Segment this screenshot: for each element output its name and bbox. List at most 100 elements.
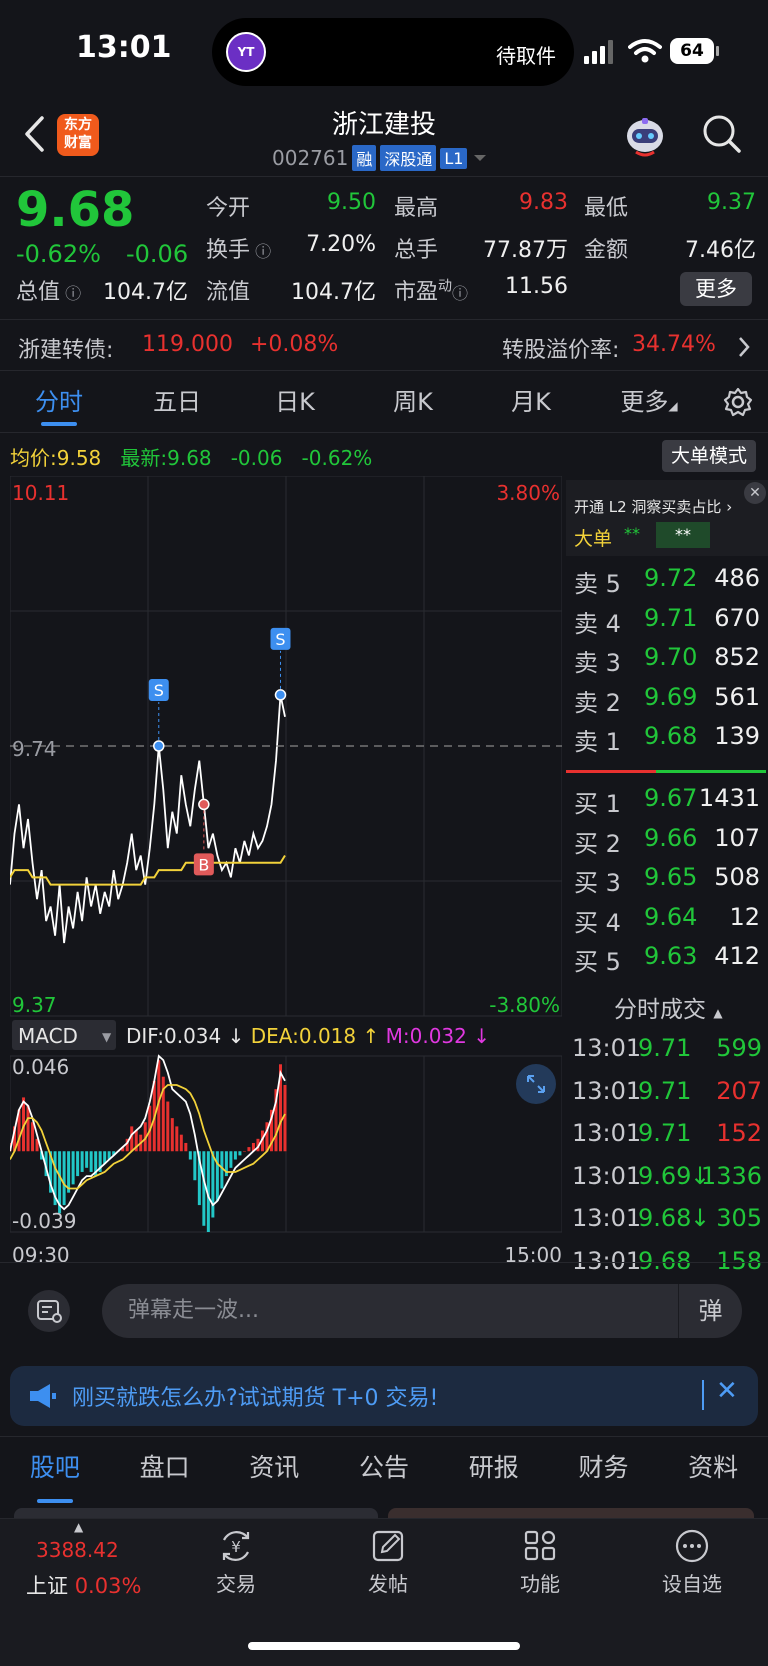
premium-value: 34.74%: [632, 332, 716, 357]
stock-code-row[interactable]: 002761 融 深股通 L1: [272, 144, 489, 172]
settings-button[interactable]: [708, 372, 768, 432]
tab-five-day[interactable]: 五日: [118, 372, 236, 432]
macd-bottom-label: -0.039: [12, 1209, 76, 1233]
trade-price: 9.68: [638, 1204, 692, 1232]
order-book-divider: [566, 770, 766, 773]
trade-price: 9.71: [638, 1119, 692, 1147]
trade-time: 13:01: [572, 1119, 642, 1147]
tab-financials[interactable]: 财务: [549, 1437, 659, 1503]
tab-research[interactable]: 研报: [439, 1437, 549, 1503]
tab-intraday[interactable]: 分时: [0, 372, 118, 432]
macd-bar: [130, 1126, 134, 1152]
turnover-label: 换手 ⓘ: [206, 238, 272, 263]
close-icon[interactable]: ✕: [744, 482, 766, 504]
order-book-row[interactable]: 买 3 9.65 508: [574, 859, 760, 897]
macd-caret-icon: ▼: [102, 1030, 112, 1044]
trades-title[interactable]: 分时成交 ▲: [614, 990, 723, 1024]
signal-icon: [584, 40, 613, 64]
macd-bar: [193, 1151, 197, 1181]
ob-volume: 852: [714, 643, 760, 671]
caret-down-icon[interactable]: [471, 151, 489, 165]
change-percent: -0.62%: [16, 240, 101, 268]
ob-level: 买 2: [574, 829, 621, 858]
nav-trade[interactable]: ¥ 交易: [176, 1528, 296, 1597]
nav-functions[interactable]: 功能: [480, 1528, 600, 1597]
barrage-send-button[interactable]: 弹: [678, 1284, 742, 1338]
order-book-row[interactable]: 买 4 9.64 12: [574, 899, 760, 937]
caret-up-icon: ▲: [74, 1520, 84, 1534]
order-book-row[interactable]: 买 1 9.67 1431: [574, 780, 760, 818]
macd-bar: [170, 1118, 174, 1152]
macd-bar: [233, 1151, 237, 1160]
cb-change: +0.08%: [250, 332, 339, 357]
big-order-mode-button[interactable]: 大单模式: [662, 440, 756, 472]
search-icon[interactable]: [702, 114, 742, 154]
tab-more[interactable]: 更多◢: [590, 372, 708, 432]
macd-bar: [31, 1122, 35, 1152]
float-cap-value: 104.7亿: [291, 280, 376, 305]
sell-marker[interactable]: S: [270, 627, 291, 701]
yen-exchange-icon: ¥: [222, 1531, 250, 1561]
sell-marker[interactable]: S: [148, 679, 169, 752]
close-icon[interactable]: ✕: [716, 1376, 738, 1406]
stock-code: 002761: [272, 146, 349, 170]
macd-bar: [238, 1151, 242, 1156]
tab-monthly-k[interactable]: 月K: [472, 372, 590, 432]
pe-value: 11.56: [505, 274, 568, 299]
battery-icon: 64: [670, 38, 720, 64]
high-value: 9.83: [519, 190, 568, 215]
order-book-row[interactable]: 卖 4 9.71 670: [574, 600, 760, 638]
float-cap-label: 流值: [206, 280, 251, 305]
tab-daily-k[interactable]: 日K: [236, 372, 354, 432]
pct-top-label: 3.80%: [496, 481, 560, 505]
ob-level: 卖 2: [574, 688, 621, 717]
grid-icon: [524, 1530, 556, 1561]
order-book-row[interactable]: 卖 3 9.70 852: [574, 639, 760, 677]
last-value: 9.68: [167, 446, 212, 470]
macd-bar: [80, 1151, 84, 1172]
order-book-row[interactable]: 卖 1 9.68 139: [574, 718, 760, 756]
tab-profile[interactable]: 资料: [658, 1437, 768, 1503]
trade-volume: 152: [716, 1119, 762, 1147]
trade-row: 13:01 9.71 152: [572, 1115, 762, 1155]
barrage-input[interactable]: 弹幕走一波...: [102, 1284, 678, 1338]
ob-volume: 107: [714, 823, 760, 852]
nav-watchlist[interactable]: 设自选: [632, 1528, 752, 1597]
tab-forum[interactable]: 股吧: [0, 1437, 110, 1503]
chevron-right-icon[interactable]: [736, 334, 752, 360]
macd-bar: [175, 1126, 179, 1152]
order-book-row[interactable]: 买 5 9.63 412: [574, 938, 760, 976]
tab-news[interactable]: 资讯: [219, 1437, 329, 1503]
l2-promo-box[interactable]: 开通 L2 洞察买卖占比 › ✕ 大单 ** **: [566, 480, 768, 556]
ob-price: 9.71: [644, 603, 698, 632]
trade-price: 9.71: [638, 1034, 692, 1062]
trade-time: 13:01: [572, 1161, 642, 1190]
battery-level: 64: [670, 38, 714, 64]
index-value[interactable]: 3388.42: [36, 1538, 119, 1562]
order-book-row[interactable]: 买 2 9.66 107: [574, 820, 760, 858]
pe-label: 市盈动ⓘ: [394, 278, 469, 305]
tab-quote-detail[interactable]: 盘口: [110, 1437, 220, 1503]
expand-chart-button[interactable]: [516, 1064, 556, 1104]
more-dots-icon: [675, 1529, 709, 1563]
robot-assistant-icon[interactable]: [622, 114, 668, 160]
more-quote-button[interactable]: 更多: [680, 272, 752, 306]
low-value: 9.37: [707, 190, 756, 215]
order-book-row[interactable]: 卖 2 9.69 561: [574, 679, 760, 717]
tag-margin: 融: [352, 145, 377, 171]
tab-announcements[interactable]: 公告: [329, 1437, 439, 1503]
macd-bar: [26, 1105, 30, 1152]
order-book-row[interactable]: 卖 5 9.72 486: [574, 560, 760, 598]
tab-weekly-k[interactable]: 周K: [354, 372, 472, 432]
index-ticker[interactable]: 上证 0.03%: [26, 1570, 141, 1600]
ob-volume: 486: [714, 564, 760, 592]
ob-level: 买 5: [574, 948, 621, 976]
trade-price: 9.71: [638, 1076, 692, 1105]
nav-post[interactable]: 发帖: [328, 1528, 448, 1597]
intraday-summary: 均价:9.58 最新:9.68 -0.06 -0.62%: [10, 442, 372, 471]
intraday-chart[interactable]: SSB 10.11 9.74 9.37 3.80% -3.80% MACD ▼ …: [10, 476, 562, 1266]
barrage-settings-button[interactable]: [28, 1290, 70, 1332]
macd-bar: [85, 1151, 89, 1168]
ob-price: 9.66: [644, 823, 698, 852]
island-text: 待取件: [496, 44, 556, 68]
